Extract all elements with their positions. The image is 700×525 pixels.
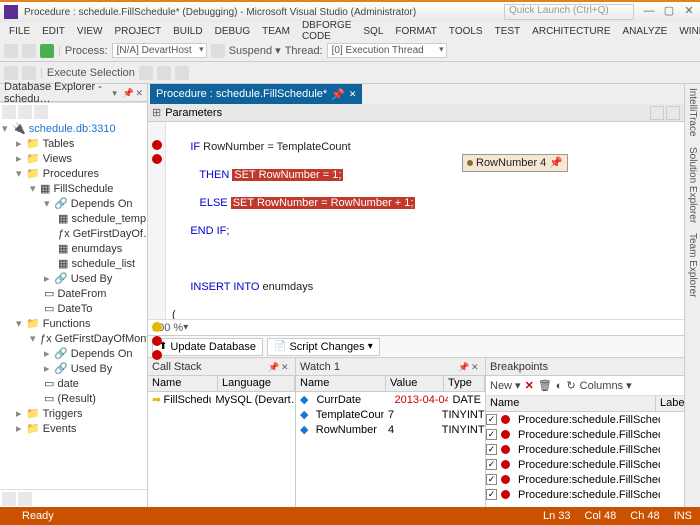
tab-intellitrace[interactable]: IntelliTrace — [687, 88, 698, 137]
menu-build[interactable]: BUILD — [168, 24, 207, 39]
menu-view[interactable]: VIEW — [72, 24, 108, 39]
delete-all-bp-icon[interactable]: 🗑 — [538, 379, 552, 392]
execute-selection-button[interactable]: Execute Selection — [47, 67, 135, 79]
thread-combo[interactable]: [0] Execution Thread — [327, 43, 447, 58]
menu-tools[interactable]: TOOLS — [444, 24, 488, 39]
db-tree[interactable]: ▾🔌 schedule.db:3310 ▸📁 Tables ▸📁 Views ▾… — [0, 120, 147, 489]
continue-icon[interactable] — [40, 44, 54, 58]
filter-icon[interactable] — [34, 105, 48, 119]
thread-label: Thread: — [285, 45, 323, 57]
vs-logo-icon — [4, 5, 18, 19]
status-ch: Ch 48 — [630, 510, 659, 522]
close-icon[interactable]: ✕ — [281, 362, 291, 372]
tree-nav-icon[interactable] — [2, 492, 16, 506]
watch-grid[interactable]: ◆CurrDate2013-04-04DATE ◆TemplateCount7T… — [296, 392, 485, 507]
main-toolbar: | Process: [N/A] DevartHost Suspend ▾ Th… — [0, 40, 700, 62]
nav-fwd-icon[interactable] — [22, 44, 36, 58]
menu-architecture[interactable]: ARCHITECTURE — [527, 24, 615, 39]
current-line-icon — [152, 322, 162, 332]
breakpoint-gutter[interactable] — [148, 122, 166, 319]
process-label: Process: — [65, 45, 108, 57]
expand-icon[interactable]: ⊞ — [152, 106, 161, 119]
db-explorer-toolbar — [0, 102, 147, 120]
tree-nav2-icon[interactable] — [18, 492, 32, 506]
breakpoint-icon[interactable] — [152, 154, 162, 164]
breakpoint-icon[interactable] — [152, 336, 162, 346]
process-combo[interactable]: [N/A] DevartHost — [112, 43, 207, 58]
zoom-level[interactable]: 100 % ▾ — [148, 319, 684, 335]
step-over-icon[interactable] — [139, 66, 153, 80]
save-icon[interactable] — [22, 66, 36, 80]
connect-icon[interactable] — [2, 105, 16, 119]
close-icon[interactable]: ✕ — [471, 362, 481, 372]
breakpoints-title: Breakpoints — [490, 361, 548, 373]
menu-team[interactable]: TEAM — [257, 24, 295, 39]
script-changes-button[interactable]: 📄 Script Changes ▾ — [267, 338, 380, 356]
breakpoints-list[interactable]: ✓Procedure:schedule.FillSchedule…(no con… — [486, 412, 700, 507]
menu-edit[interactable]: EDIT — [37, 24, 70, 39]
grid-icon[interactable] — [666, 106, 680, 120]
delete-bp-icon[interactable]: ✕ — [525, 379, 534, 392]
window-title: Procedure : schedule.FillSchedule* (Debu… — [24, 7, 504, 18]
refresh-icon[interactable] — [18, 105, 32, 119]
pin-icon[interactable]: 📌 — [458, 362, 468, 372]
tab-pin-icon[interactable]: 📌 — [331, 88, 345, 101]
pause-icon[interactable] — [211, 44, 225, 58]
menu-debug[interactable]: DEBUG — [210, 24, 256, 39]
pin-icon[interactable]: 📌 — [268, 362, 278, 372]
menu-format[interactable]: FORMAT — [390, 24, 441, 39]
db-explorer-header: Database Explorer - schedu… ▾ 📌 ✕ — [0, 84, 147, 102]
tab-solution-explorer[interactable]: Solution Explorer — [687, 147, 698, 223]
menu-bar: FILE EDIT VIEW PROJECT BUILD DEBUG TEAM … — [0, 22, 700, 40]
quick-launch-input[interactable]: Quick Launch (Ctrl+Q) — [504, 4, 634, 20]
restore-icon[interactable]: ▢ — [662, 5, 676, 19]
minimize-icon[interactable]: — — [642, 5, 656, 19]
status-col: Col 48 — [585, 510, 617, 522]
close-panel-icon[interactable]: ✕ — [135, 88, 143, 98]
status-bar: Ready Ln 33 Col 48 Ch 48 INS — [0, 507, 700, 525]
tab-team-explorer[interactable]: Team Explorer — [687, 233, 698, 297]
breakpoint-icon[interactable] — [152, 350, 162, 360]
code-editor[interactable]: IF RowNumber = TemplateCount THEN SET Ro… — [166, 122, 684, 319]
pin-icon[interactable]: 📌 — [122, 88, 132, 98]
menu-sql[interactable]: SQL — [358, 24, 388, 39]
step-out-icon[interactable] — [175, 66, 189, 80]
menu-project[interactable]: PROJECT — [109, 24, 166, 39]
menu-test[interactable]: TEST — [490, 24, 526, 39]
callstack-row[interactable]: ➡FillScheduleMySQL (Devart… — [148, 392, 295, 407]
tab-fillschedule[interactable]: Procedure : schedule.FillSchedule* 📌 ✕ — [150, 84, 362, 104]
parameters-bar[interactable]: ⊞ Parameters — [148, 104, 684, 122]
open-icon[interactable] — [4, 66, 18, 80]
breakpoint-icon[interactable] — [152, 140, 162, 150]
watch-title: Watch 1 — [300, 361, 340, 373]
document-tabs: Procedure : schedule.FillSchedule* 📌 ✕ — [148, 84, 684, 104]
close-icon[interactable]: ✕ — [682, 5, 696, 19]
debug-tooltip: RowNumber 4📌 — [462, 154, 568, 172]
nav-back-icon[interactable] — [4, 44, 18, 58]
columns-button[interactable]: Columns ▾ — [580, 379, 632, 392]
enable-all-icon[interactable]: ◐ — [556, 380, 563, 392]
dropdown-icon[interactable]: ▾ — [112, 88, 119, 98]
callstack-title: Call Stack — [152, 361, 202, 373]
db-explorer-title: Database Explorer - schedu… — [4, 81, 109, 105]
new-breakpoint-button[interactable]: New ▾ — [490, 379, 521, 392]
import-icon[interactable]: ↻ — [566, 379, 575, 392]
step-into-icon[interactable] — [157, 66, 171, 80]
tab-close-icon[interactable]: ✕ — [349, 89, 357, 100]
menu-file[interactable]: FILE — [4, 24, 35, 39]
right-tab-strip: IntelliTrace Solution Explorer Team Expl… — [684, 84, 700, 507]
update-database-button[interactable]: ⬆ Update Database — [152, 338, 263, 356]
status-line: Ln 33 — [543, 510, 571, 522]
menu-window[interactable]: WINDOW — [674, 24, 700, 39]
view-icon[interactable] — [650, 106, 664, 120]
status-ins: INS — [674, 510, 692, 522]
suspend-dropdown[interactable]: Suspend ▾ — [229, 44, 281, 57]
status-ready: Ready — [22, 510, 54, 522]
menu-analyze[interactable]: ANALYZE — [618, 24, 673, 39]
